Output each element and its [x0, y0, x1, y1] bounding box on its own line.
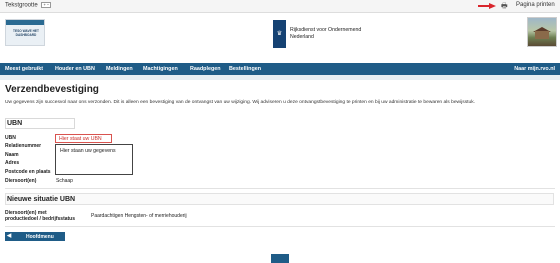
field-label-naam: Naam — [5, 152, 19, 158]
details-hint-callout: Hier staan uw gegevens — [55, 144, 133, 175]
sub-navigation-bar — [0, 75, 560, 80]
new-situation-title: Nieuwe situatie UBN — [7, 196, 76, 203]
field-label-adres: Adres — [5, 160, 20, 166]
field-label-ubn: UBN — [5, 135, 16, 141]
dashboard-logo-text: TESO WAVE HET DASHBOARD — [13, 29, 39, 37]
nav-link-mijn-rvo[interactable]: Naar mijn.rvo.nl — [514, 66, 555, 72]
section-divider-bottom — [5, 226, 555, 227]
nav-item-meldingen[interactable]: Meldingen — [106, 66, 133, 72]
font-size-label: Tekstgrootte — [5, 2, 38, 9]
main-menu-button[interactable]: ◀ Hoofdmenu — [5, 232, 65, 241]
nav-item-houder-en-ubn[interactable]: Houder en UBN — [55, 66, 95, 72]
nav-item-raadplegen[interactable]: Raadplegen — [190, 66, 221, 72]
field-label-diersoorten: Diersoort(en) — [5, 178, 37, 184]
ubn-section-title: UBN — [7, 120, 23, 127]
arrow-left-icon: ◀ — [7, 233, 12, 239]
print-page-link[interactable]: Pagina printen — [516, 2, 555, 8]
new-situation-value: Paardachtigen Hengsten- of merriehouderi… — [91, 213, 187, 219]
top-utility-bar: Tekstgrootte + − 🖶 Pagina printen — [0, 0, 560, 13]
nav-item-bestellingen[interactable]: Bestellingen — [229, 66, 261, 72]
new-situation-label: Diersoort(en) met productiedoel / bedrij… — [5, 210, 76, 222]
field-label-postcode: Postcode en plaats — [5, 169, 51, 175]
organization-name[interactable]: Rijksdienst voor Ondernemend Nederland — [290, 27, 361, 40]
intro-text: Uw gegevens zijn succesvol naar ons verz… — [5, 100, 476, 105]
dashboard-logo[interactable]: TESO WAVE HET DASHBOARD — [5, 19, 45, 46]
nav-item-machtigingen[interactable]: Machtigingen — [143, 66, 178, 72]
footer-tab — [271, 254, 289, 263]
crown-emblem-icon: ♛ — [276, 31, 283, 37]
nav-item-meest-gebruikt[interactable]: Meest gebruikt — [5, 66, 43, 72]
printer-icon[interactable]: 🖶 — [501, 2, 508, 13]
new-situation-section-header — [5, 193, 554, 205]
font-size-control: Tekstgrootte + − — [5, 2, 52, 9]
field-label-relatienummer: Relatienummer — [5, 143, 42, 149]
font-size-button[interactable]: + − — [41, 2, 52, 8]
ubn-hint-callout: Hier staat uw UBN — [55, 134, 112, 143]
section-divider — [5, 188, 555, 189]
page-title: Verzendbevestiging — [5, 84, 99, 95]
main-navigation: Meest gebruikt Houder en UBN Meldingen M… — [0, 63, 560, 75]
red-arrow-icon — [478, 3, 496, 9]
main-menu-button-label: Hoofdmenu — [26, 234, 54, 240]
header-photo — [527, 17, 557, 47]
field-value-diersoorten: Schaap — [56, 178, 73, 184]
